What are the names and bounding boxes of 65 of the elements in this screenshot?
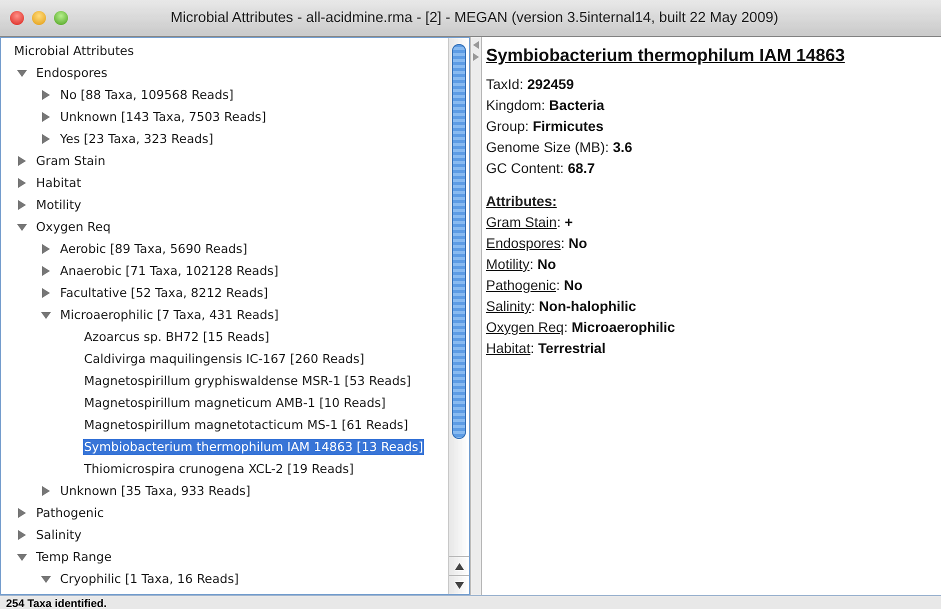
scrollbar[interactable] (448, 38, 469, 594)
expanded-triangle-icon[interactable] (41, 310, 51, 320)
detail-line: Kingdom: Bacteria (486, 97, 606, 115)
scroll-up-icon[interactable] (454, 562, 464, 570)
tree-item[interactable]: Endospores (35, 65, 108, 81)
window-title: Microbial Attributes - all-acidmine.rma - [2] - MEGAN (version 3.5internal14, built 22 May 2009) (170, 10, 780, 26)
tree-item[interactable]: No [88 Taxa, 109568 Reads] (59, 87, 235, 103)
collapsed-triangle-icon[interactable] (41, 288, 51, 298)
tree-item[interactable]: Magnetospirillum magneticum AMB-1 [10 Reads] (83, 395, 387, 411)
tree-item[interactable]: Facultative [52 Taxa, 8212 Reads] (59, 285, 270, 301)
collapsed-triangle-icon[interactable] (41, 244, 51, 254)
tree-item[interactable]: Magnetospirillum gryphiswaldense MSR-1 [53 Reads] (83, 373, 412, 389)
collapsed-triangle-icon[interactable] (41, 112, 51, 122)
tree-item[interactable]: Anaerobic [71 Taxa, 102128 Reads] (59, 263, 280, 279)
detail-line: Group: Firmicutes (486, 118, 605, 136)
collapsed-triangle-icon[interactable] (41, 486, 51, 496)
detail-line: GC Content: 68.7 (486, 160, 596, 178)
expanded-triangle-icon[interactable] (17, 222, 27, 232)
expanded-triangle-icon[interactable] (17, 552, 27, 562)
attribute-line: Gram Stain: + (486, 214, 574, 232)
tree-item[interactable]: Microaerophilic [7 Taxa, 431 Reads] (59, 307, 280, 323)
tree-item[interactable]: Aerobic [89 Taxa, 5690 Reads] (59, 241, 248, 257)
collapsed-triangle-icon[interactable] (17, 530, 27, 540)
status-text: 254 Taxa identified. (0, 596, 941, 609)
close-icon[interactable] (10, 11, 24, 25)
scroll-down-icon[interactable] (454, 582, 464, 588)
expanded-triangle-icon[interactable] (41, 574, 51, 584)
collapsed-triangle-icon[interactable] (41, 90, 51, 100)
left-arrow-icon[interactable] (473, 41, 479, 49)
collapsed-triangle-icon[interactable] (41, 266, 51, 276)
collapsed-triangle-icon[interactable] (17, 200, 27, 210)
expanded-triangle-icon[interactable] (17, 68, 27, 78)
tree-root[interactable]: Microbial Attributes (13, 43, 135, 59)
collapsed-triangle-icon[interactable] (41, 134, 51, 144)
tree-item[interactable]: Motility (35, 197, 82, 213)
tree-item[interactable]: Cryophilic [1 Taxa, 16 Reads] (59, 571, 240, 587)
tree-item[interactable]: Symbiobacterium thermophilum IAM 14863 [13 Reads] (83, 439, 424, 455)
tree-item[interactable]: Caldivirga maquilingensis IC-167 [260 Reads] (83, 351, 366, 367)
tree-item[interactable]: Salinity (35, 527, 82, 543)
tree-item[interactable]: Gram Stain (35, 153, 106, 169)
detail-line: TaxId: 292459 (486, 76, 575, 94)
scroll-thumb[interactable] (452, 44, 466, 439)
collapsed-triangle-icon[interactable] (17, 156, 27, 166)
attribute-line: Oxygen Req: Microaerophilic (486, 319, 676, 337)
right-arrow-icon[interactable] (473, 53, 479, 61)
tree-item[interactable]: Yes [23 Taxa, 323 Reads] (59, 131, 214, 147)
detail-line: Genome Size (MB): 3.6 (486, 139, 634, 157)
attribute-line: Salinity: Non-halophilic (486, 298, 638, 316)
attribute-line: Motility: No (486, 256, 558, 274)
attribute-line: Endospores: No (486, 235, 588, 253)
attributes-heading: Attributes: (486, 193, 558, 211)
tree-item[interactable]: Unknown [143 Taxa, 7503 Reads] (59, 109, 268, 125)
tree-item[interactable]: Habitat (35, 175, 82, 191)
tree-item[interactable]: Unknown [35 Taxa, 933 Reads] (59, 483, 252, 499)
collapsed-triangle-icon[interactable] (17, 178, 27, 188)
tree-item[interactable]: Oxygen Req (35, 219, 112, 235)
organism-title: Symbiobacterium thermophilum IAM 14863 (486, 45, 846, 66)
tree-item[interactable]: Azoarcus sp. BH72 [15 Reads] (83, 329, 270, 345)
tree-item[interactable]: Pathogenic (35, 505, 105, 521)
attribute-line: Habitat: Terrestrial (486, 340, 607, 358)
tree-item[interactable]: Thiomicrospira crunogena XCL-2 [19 Reads] (83, 461, 355, 477)
tree-item[interactable]: Temp Range (35, 549, 113, 565)
tree-item[interactable]: Magnetospirillum magnetotacticum MS-1 [61 Reads] (83, 417, 410, 433)
attribute-line: Pathogenic: No (486, 277, 584, 295)
collapsed-triangle-icon[interactable] (17, 508, 27, 518)
